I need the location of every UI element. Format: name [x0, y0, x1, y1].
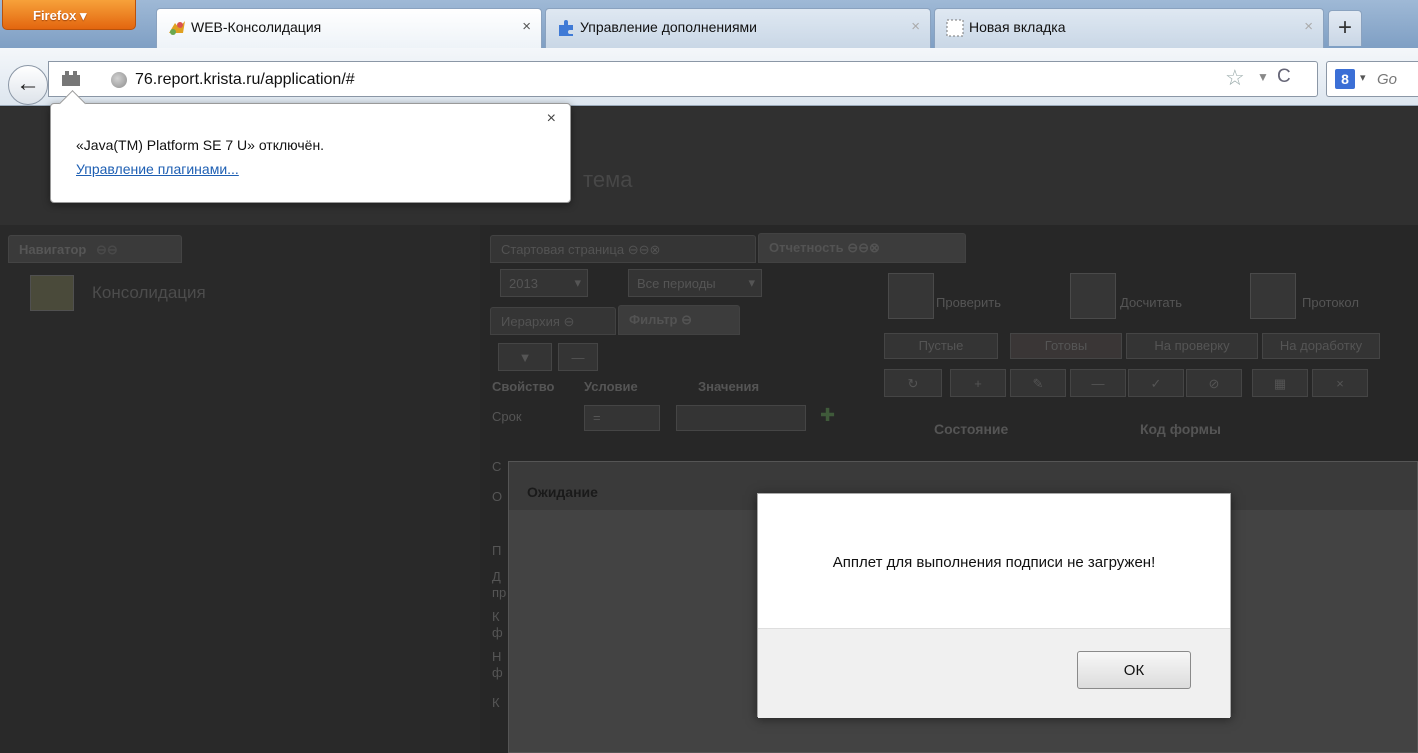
history-dropdown-icon[interactable]: ▼ [1257, 70, 1269, 84]
navigator-tab[interactable]: Навигатор ⊖⊖ [8, 235, 182, 263]
tab-hierarchy[interactable]: Иерархия ⊖ [490, 307, 616, 335]
tab-title: Управление дополнениями [580, 19, 757, 35]
check-icon [888, 273, 934, 319]
row-label-term: Срок [492, 409, 522, 424]
firefox-menu-button[interactable]: Firefox ▾ [2, 0, 136, 30]
app-title: тема [583, 167, 633, 192]
plugin-notification-popup: × «Java(TM) Platform SE 7 U» отключён. У… [50, 103, 571, 203]
status-ready-button[interactable]: Готовы [1010, 333, 1122, 359]
recalculate-icon [1070, 273, 1116, 319]
row-label: Н [492, 649, 502, 664]
manage-plugins-link[interactable]: Управление плагинами... [76, 161, 239, 177]
url-text[interactable]: 76.report.krista.ru/application/# [135, 71, 355, 89]
chevron-down-icon: ▾ [748, 275, 755, 290]
navigator-item-consolidation[interactable]: Консолидация [92, 283, 206, 303]
blocked-plugin-icon[interactable] [61, 71, 81, 86]
status-empty-button[interactable]: Пустые [884, 333, 998, 359]
protocol-icon [1250, 273, 1296, 319]
add-condition-icon[interactable]: ✚ [820, 405, 835, 426]
navigation-bar: 76.report.krista.ru/application/# ☆ ▼ C … [0, 48, 1418, 106]
tab-new-tab[interactable]: Новая вкладка × [934, 8, 1324, 48]
row-label: К [492, 609, 500, 624]
year-select[interactable]: 2013 ▾ [500, 269, 588, 297]
status-review-button[interactable]: На проверку [1126, 333, 1258, 359]
remove-filter-button[interactable]: — [558, 343, 598, 371]
status-rework-button[interactable]: На доработку [1262, 333, 1380, 359]
puzzle-leaf-icon [169, 21, 185, 35]
bookmark-star-icon[interactable]: ☆ [1225, 65, 1245, 91]
tab-title: Новая вкладка [969, 19, 1066, 35]
navigator-tab-label: Навигатор [19, 242, 87, 257]
edit-icon[interactable]: ✎ [1010, 369, 1066, 397]
column-header-property: Свойство [492, 379, 555, 394]
recalculate-button[interactable]: Досчитать [1120, 295, 1182, 310]
reload-icon[interactable]: C [1277, 66, 1291, 88]
consolidation-icon [30, 275, 74, 311]
tab-start-page[interactable]: Стартовая страница ⊖⊖⊗ [490, 235, 756, 263]
tab-addons-manager[interactable]: Управление дополнениями × [545, 8, 931, 48]
plugin-disabled-message: «Java(TM) Platform SE 7 U» отключён. [76, 137, 325, 153]
row-label: ф [492, 665, 503, 680]
approve-icon[interactable]: ✓ [1128, 369, 1184, 397]
navigator-panel: Навигатор ⊖⊖ Консолидация [0, 225, 480, 753]
url-bar[interactable]: 76.report.krista.ru/application/# ☆ ▼ C [48, 61, 1318, 97]
row-label: К [492, 695, 500, 710]
search-engine-dropdown-icon[interactable]: ▾ [1360, 71, 1366, 84]
row-label: ф [492, 625, 503, 640]
globe-icon [111, 72, 127, 88]
tab-reporting[interactable]: Отчетность ⊖⊖⊗ [758, 233, 966, 263]
condition-select[interactable]: = [584, 405, 660, 431]
column-header-condition: Условие [584, 379, 638, 394]
puzzle-icon [559, 20, 573, 36]
alert-dialog: Апплет для выполнения подписи не загруже… [757, 493, 1231, 718]
row-label: П [492, 543, 502, 558]
alert-footer: ОК [758, 628, 1230, 718]
value-input[interactable] [676, 405, 806, 431]
tab-web-consolidation[interactable]: WEB-Консолидация × [156, 8, 542, 48]
new-tab-button[interactable]: + [1328, 10, 1362, 46]
tab-title: WEB-Консолидация [191, 19, 322, 35]
refresh-icon[interactable]: ↻ [884, 369, 942, 397]
check-button[interactable]: Проверить [936, 295, 1001, 310]
close-tab-icon[interactable]: × [1304, 18, 1313, 35]
add-icon[interactable]: + [950, 369, 1006, 397]
waiting-window-title: Ожидание [527, 484, 598, 500]
blank-page-icon [946, 19, 964, 37]
close-icon[interactable]: × [1312, 369, 1368, 397]
row-label: О [492, 489, 503, 504]
firefox-menu-label: Firefox ▾ [33, 8, 87, 23]
search-placeholder: Go [1377, 71, 1398, 88]
ok-button[interactable]: ОК [1077, 651, 1191, 689]
cancel-icon[interactable]: ⊘ [1186, 369, 1242, 397]
back-button[interactable]: ← [8, 65, 48, 105]
year-value: 2013 [509, 276, 538, 291]
row-label: пр [492, 585, 507, 600]
panel-collapse-icons[interactable]: ⊖⊖ [96, 242, 118, 257]
grid-header-status: Состояние [934, 421, 1009, 437]
search-box[interactable]: 8 ▾ Go [1326, 61, 1418, 97]
row-label: С [492, 459, 502, 474]
grid-icon[interactable]: ▦ [1252, 369, 1308, 397]
tab-strip: Firefox ▾ WEB-Консолидация × Управление … [0, 0, 1418, 48]
close-tab-icon[interactable]: × [522, 18, 531, 35]
alert-message: Апплет для выполнения подписи не загруже… [832, 554, 1156, 571]
column-header-values: Значения [698, 379, 760, 394]
filter-button[interactable]: ▼ [498, 343, 552, 371]
delete-icon[interactable]: — [1070, 369, 1126, 397]
period-select[interactable]: Все периоды ▾ [628, 269, 762, 297]
google-icon[interactable]: 8 [1335, 69, 1355, 89]
period-value: Все периоды [637, 276, 716, 291]
close-tab-icon[interactable]: × [911, 18, 920, 35]
tab-filter[interactable]: Фильтр ⊖ [618, 305, 740, 335]
row-label: Д [492, 569, 501, 584]
close-icon[interactable]: × [547, 110, 556, 128]
grid-header-form-code: Код формы [1140, 421, 1221, 437]
protocol-button[interactable]: Протокол [1302, 295, 1359, 310]
chevron-down-icon: ▾ [574, 275, 581, 290]
